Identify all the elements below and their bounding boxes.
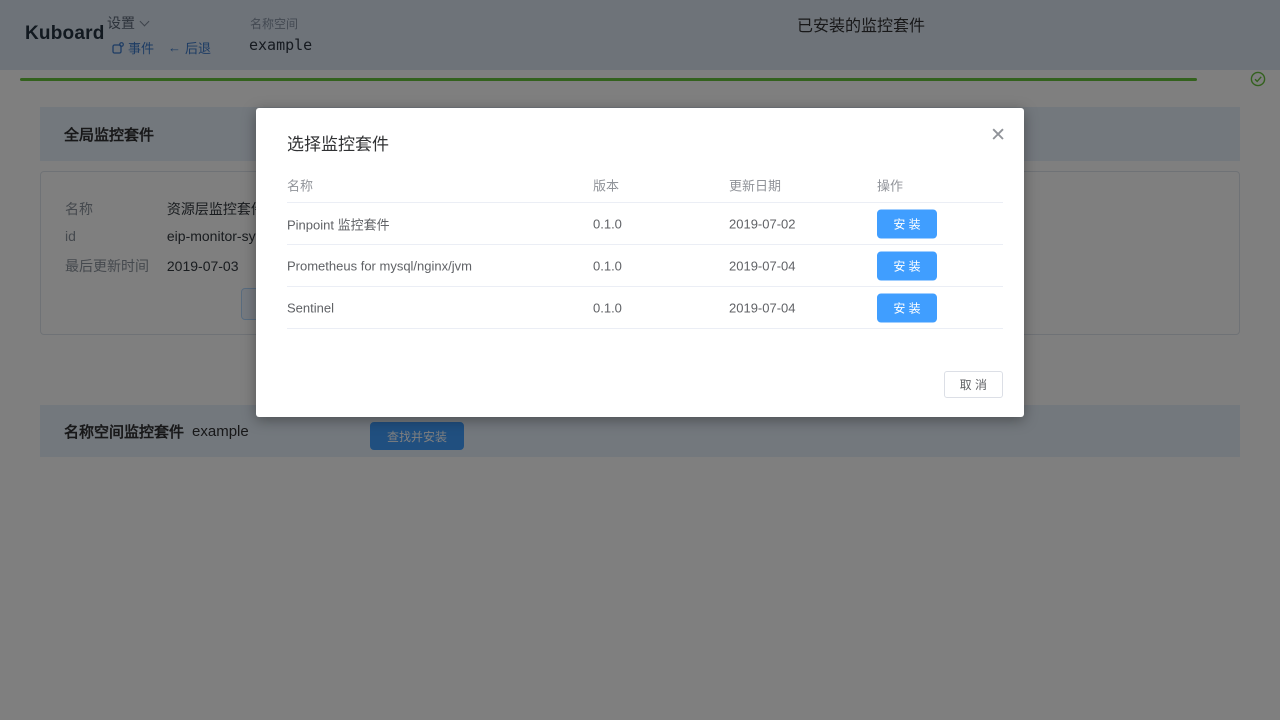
row-date: 2019-07-04 [729, 300, 796, 315]
row-version: 0.1.0 [593, 216, 622, 231]
table-row: Sentinel 0.1.0 2019-07-04 安 装 [287, 287, 1003, 329]
install-button[interactable]: 安 装 [877, 251, 937, 280]
suite-table-header: 名称 版本 更新日期 操作 [287, 168, 1003, 203]
install-button[interactable]: 安 装 [877, 293, 937, 322]
cancel-button[interactable]: 取 消 [944, 371, 1003, 398]
table-row: Prometheus for mysql/nginx/jvm 0.1.0 201… [287, 245, 1003, 287]
row-version: 0.1.0 [593, 300, 622, 315]
table-row: Pinpoint 监控套件 0.1.0 2019-07-02 安 装 [287, 203, 1003, 245]
select-suite-dialog: 选择监控套件 ✕ 名称 版本 更新日期 操作 Pinpoint 监控套件 0.1… [256, 108, 1024, 417]
row-version: 0.1.0 [593, 258, 622, 273]
col-action-header: 操作 [877, 176, 903, 195]
row-name: Prometheus for mysql/nginx/jvm [287, 258, 472, 273]
col-name-header: 名称 [287, 176, 313, 195]
dialog-title: 选择监控套件 [287, 130, 389, 155]
row-name: Pinpoint 监控套件 [287, 214, 390, 233]
suite-table: 名称 版本 更新日期 操作 Pinpoint 监控套件 0.1.0 2019-0… [287, 168, 1003, 329]
col-date-header: 更新日期 [729, 176, 781, 195]
install-button[interactable]: 安 装 [877, 209, 937, 238]
row-name: Sentinel [287, 300, 334, 315]
row-date: 2019-07-04 [729, 258, 796, 273]
close-icon[interactable]: ✕ [990, 126, 1006, 145]
row-date: 2019-07-02 [729, 216, 796, 231]
col-version-header: 版本 [593, 176, 619, 195]
